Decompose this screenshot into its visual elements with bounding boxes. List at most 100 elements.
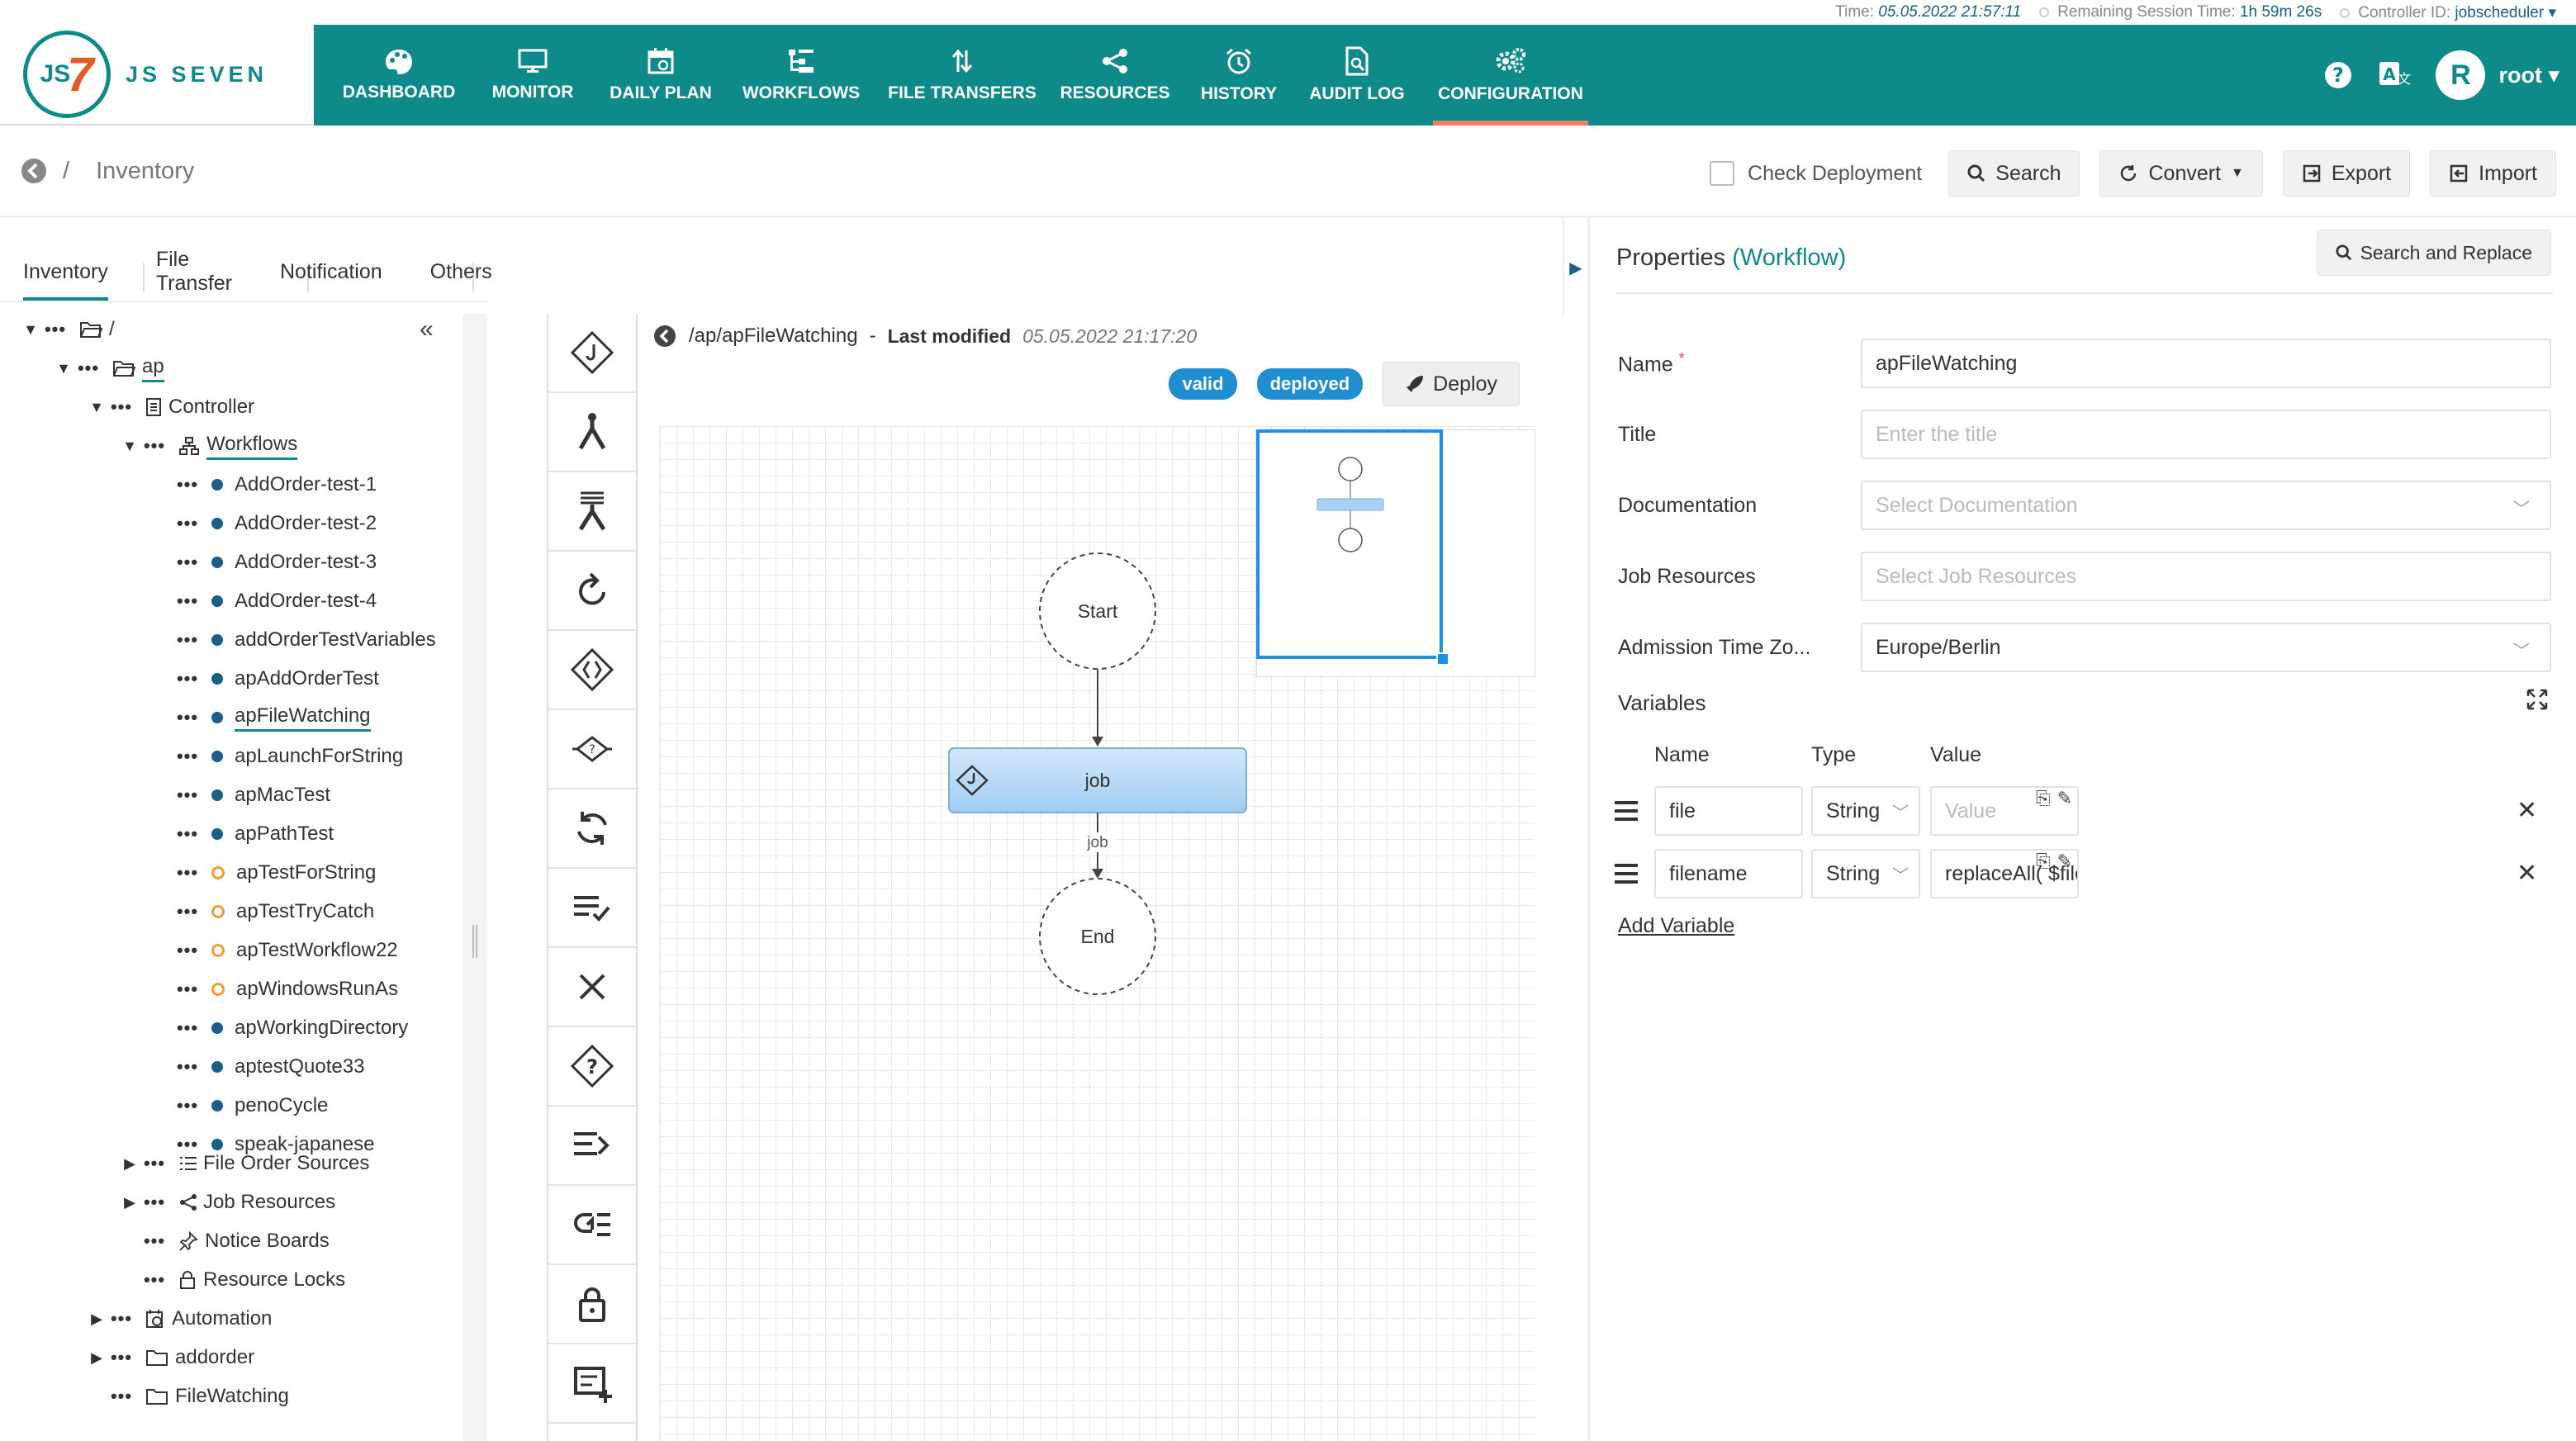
node-menu-icon[interactable]: ••• (173, 590, 202, 611)
controller-value[interactable]: jobscheduler (2455, 4, 2544, 21)
collapse-tree-icon[interactable]: « (420, 315, 434, 344)
search-button[interactable]: Search (1948, 150, 2080, 197)
check-deployment-toggle[interactable]: Check Deployment (1710, 161, 1922, 186)
tree-item-workflow[interactable]: ••• apTestForString (173, 854, 376, 892)
expanded-caret-icon[interactable]: ▼ (20, 321, 41, 339)
deploy-button[interactable]: Deploy (1383, 362, 1520, 406)
node-menu-icon[interactable]: ••• (173, 1095, 202, 1116)
node-menu-icon[interactable]: ••• (173, 1056, 202, 1077)
language-icon[interactable]: A文 (2378, 60, 2411, 90)
node-menu-icon[interactable]: ••• (173, 668, 202, 689)
tree-item-workflow[interactable]: ••• apWindowsRunAs (173, 970, 398, 1008)
tree-item-workflow[interactable]: ••• AddOrder-test-2 (173, 505, 377, 543)
node-menu-icon[interactable]: ••• (173, 552, 202, 572)
controller-info[interactable]: Controller ID: jobscheduler ▾ (2340, 3, 2556, 22)
nav-daily-plan[interactable]: DAILY PLAN (603, 25, 719, 126)
tree-item-workflow[interactable]: ••• AddOrder-test-3 (173, 543, 377, 581)
node-menu-icon[interactable]: ••• (173, 513, 202, 533)
node-menu-icon[interactable]: ••• (173, 746, 202, 766)
node-menu-icon[interactable]: ••• (140, 435, 168, 456)
tree-item-workflow[interactable]: ••• apWorkingDirectory (173, 1009, 408, 1047)
tree-item-workflow[interactable]: ••• AddOrder-test-1 (173, 466, 377, 504)
tree-item-workflow[interactable]: ••• apMacTest (173, 776, 330, 814)
tab-notification[interactable]: Notification (280, 250, 382, 294)
node-menu-icon[interactable]: ••• (107, 1386, 135, 1406)
tree-node-controller[interactable]: ▼ ••• Controller (86, 388, 254, 426)
node-menu-icon[interactable]: ••• (140, 1230, 168, 1251)
nav-dashboard[interactable]: DASHBOARD (334, 25, 463, 126)
node-menu-icon[interactable]: ••• (41, 319, 69, 339)
start-node[interactable]: Start (1039, 552, 1156, 670)
palette-if[interactable]: ? (548, 710, 636, 789)
tab-file-transfer[interactable]: File Transfer (156, 238, 232, 306)
expand-icon[interactable] (2526, 689, 2548, 716)
collapsed-caret-icon[interactable]: ▶ (119, 1155, 140, 1173)
back-icon[interactable] (652, 324, 677, 348)
palette-job[interactable] (548, 314, 636, 393)
import-button[interactable]: Import (2430, 150, 2556, 197)
node-menu-icon[interactable]: ••• (107, 1308, 135, 1329)
node-menu-icon[interactable]: ••• (140, 1153, 168, 1173)
tree-node-resource-locks[interactable]: ••• Resource Locks (140, 1261, 345, 1299)
tree-item-workflow[interactable]: ••• apPathTest (173, 815, 334, 853)
tree-node-ap[interactable]: ▼ ••• ap (53, 349, 164, 387)
palette-lock[interactable] (548, 1265, 636, 1344)
palette-fork-list[interactable] (548, 472, 636, 552)
js7-logo[interactable]: JS 7 JS SEVEN (0, 25, 314, 126)
nav-workflows[interactable]: WORKFLOWS (739, 25, 863, 126)
tree-item-workflow[interactable]: ••• addOrderTestVariables (173, 621, 436, 659)
tree-node-workflows[interactable]: ▼ ••• Workflows (119, 427, 298, 465)
nav-resources[interactable]: RESOURCES (1060, 25, 1170, 126)
remove-variable-icon[interactable]: ✕ (2517, 796, 2537, 825)
user-menu[interactable]: root ▾ (2498, 63, 2559, 88)
collapsed-caret-icon[interactable]: ▶ (86, 1349, 107, 1367)
tree-node-addorder[interactable]: ▶ ••• addorder (86, 1339, 254, 1377)
nav-monitor[interactable]: MONITOR (483, 25, 582, 126)
workflow-canvas[interactable]: Start job job End (659, 426, 1535, 1441)
palette-post-notices[interactable] (548, 1107, 636, 1186)
variable-name-input[interactable]: filename (1654, 849, 1803, 898)
export-button[interactable]: Export (2282, 150, 2411, 197)
edit-icon[interactable]: ✎ (2057, 851, 2072, 872)
convert-button[interactable]: Convert ▼ (2099, 150, 2263, 197)
node-menu-icon[interactable]: ••• (173, 862, 202, 883)
tree-item-workflow[interactable]: ••• apAddOrderTest (173, 660, 379, 698)
node-menu-icon[interactable]: ••• (173, 707, 202, 728)
node-menu-icon[interactable]: ••• (173, 979, 202, 999)
tree-node-job-resources[interactable]: ▶ ••• Job Resources (119, 1183, 335, 1221)
variable-type-select[interactable]: String ﹀ (1811, 849, 1920, 898)
node-menu-icon[interactable]: ••• (173, 940, 202, 960)
tree-item-workflow[interactable]: ••• apTestWorkflow22 (173, 931, 398, 969)
node-menu-icon[interactable]: ••• (173, 629, 202, 650)
copy-icon[interactable]: ⎘ (2036, 788, 2051, 809)
back-icon[interactable] (20, 157, 48, 185)
tree-item-workflow[interactable]: ••• apTestTryCatch (173, 893, 374, 931)
copy-icon[interactable]: ⎘ (2036, 851, 2051, 872)
remove-variable-icon[interactable]: ✕ (2517, 859, 2537, 888)
tree-item-workflow[interactable]: ••• AddOrder-test-4 (173, 582, 377, 620)
properties-toggle-icon[interactable]: ▶ (1563, 218, 1587, 317)
palette-prompt[interactable]: ? (548, 1027, 636, 1107)
search-and-replace-button[interactable]: Search and Replace (2316, 230, 2551, 276)
add-variable-link[interactable]: Add Variable (1618, 914, 1734, 938)
tree-node-file-order-sources[interactable]: ▶ ••• File Order Sources (119, 1145, 369, 1183)
tree-node-root[interactable]: ▼ ••• / (20, 310, 115, 348)
title-input[interactable]: Enter the title (1861, 410, 2551, 459)
job-node[interactable]: job (948, 747, 1247, 813)
nav-file-transfers[interactable]: FILE TRANSFERS (888, 25, 1037, 126)
node-menu-icon[interactable]: ••• (107, 396, 135, 417)
variable-name-input[interactable]: file (1654, 786, 1803, 836)
node-menu-icon[interactable]: ••• (173, 901, 202, 922)
expanded-caret-icon[interactable]: ▼ (86, 399, 107, 416)
panel-splitter[interactable] (463, 314, 487, 1441)
collapsed-caret-icon[interactable]: ▶ (86, 1311, 107, 1328)
node-menu-icon[interactable]: ••• (173, 474, 202, 495)
node-menu-icon[interactable]: ••• (173, 784, 202, 805)
palette-try[interactable] (548, 631, 636, 710)
palette-add-order[interactable] (548, 1344, 636, 1424)
node-menu-icon[interactable]: ••• (74, 358, 102, 378)
node-menu-icon[interactable]: ••• (173, 1017, 202, 1038)
node-menu-icon[interactable]: ••• (140, 1192, 168, 1212)
tree-item-workflow[interactable]: ••• apLaunchForString (173, 737, 403, 775)
tree-node-automation[interactable]: ▶ ••• Automation (86, 1300, 272, 1338)
